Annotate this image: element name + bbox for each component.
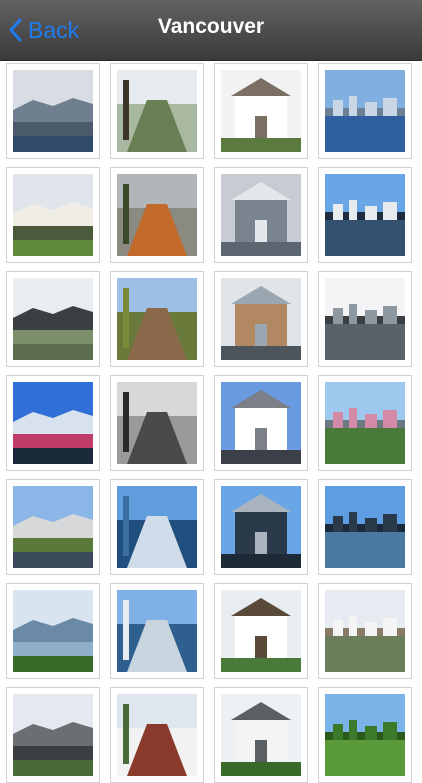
photo-image	[13, 70, 93, 152]
photo-thumbnail-waterfront-park[interactable]	[6, 479, 100, 575]
photo-image	[13, 590, 93, 672]
photo-image	[325, 486, 405, 568]
photo-thumbnail-bare-trees-bw[interactable]	[110, 375, 204, 471]
photo-image	[117, 278, 197, 360]
photo-thumbnail-house-lawn[interactable]	[6, 167, 100, 263]
photo-thumbnail-snowy-shore[interactable]	[214, 167, 308, 263]
photo-thumbnail-burrard-bridge[interactable]	[318, 479, 412, 575]
photo-image	[13, 694, 93, 776]
photo-image	[117, 590, 197, 672]
photo-image	[117, 70, 197, 152]
photo-thumbnail-modern-house[interactable]	[318, 583, 412, 679]
photo-image	[117, 694, 197, 776]
photo-image	[221, 70, 301, 152]
photo-thumbnail-suburban-house[interactable]	[6, 687, 100, 783]
photo-image	[13, 486, 93, 568]
photo-thumbnail-white-house[interactable]	[214, 687, 308, 783]
photo-thumbnail-glass-towers[interactable]	[318, 271, 412, 367]
photo-image	[325, 70, 405, 152]
photo-thumbnail-false-creek[interactable]	[110, 479, 204, 575]
photo-image	[325, 174, 405, 256]
photo-image	[325, 694, 405, 776]
photo-thumbnail-field-buildings[interactable]	[110, 271, 204, 367]
photo-image	[325, 590, 405, 672]
photo-image	[221, 486, 301, 568]
photo-image	[221, 278, 301, 360]
photo-image	[325, 278, 405, 360]
photo-thumbnail-mountain-road[interactable]	[214, 375, 308, 471]
photo-thumbnail-skyline-bay[interactable]	[6, 63, 100, 159]
photo-thumbnail-bc-place[interactable]	[318, 167, 412, 263]
photo-thumbnail-red-house[interactable]	[110, 687, 204, 783]
photo-thumbnail-park-tree[interactable]	[110, 63, 204, 159]
photo-image	[221, 174, 301, 256]
photo-image	[13, 382, 93, 464]
photo-thumbnail-harbour-skyline[interactable]	[318, 63, 412, 159]
photo-image	[117, 174, 197, 256]
photo-image	[221, 382, 301, 464]
photo-image	[13, 174, 93, 256]
photo-thumbnail-towers-street[interactable]	[214, 271, 308, 367]
photo-image	[221, 694, 301, 776]
photo-thumbnail-white-church[interactable]	[214, 63, 308, 159]
photo-image	[325, 382, 405, 464]
photo-thumbnail-green-trees[interactable]	[318, 687, 412, 783]
photo-thumbnail-tower-marina[interactable]	[214, 479, 308, 575]
photo-thumbnail-cherry-blossom[interactable]	[318, 375, 412, 471]
photo-image	[117, 382, 197, 464]
photo-thumbnail-science-world[interactable]	[6, 375, 100, 471]
photo-thumbnail-autumn-path[interactable]	[110, 167, 204, 263]
photo-thumbnail-marina-boats[interactable]	[110, 583, 204, 679]
photo-image	[117, 486, 197, 568]
page-title: Vancouver	[157, 15, 265, 38]
photo-thumbnail-craftsman-house[interactable]	[214, 583, 308, 679]
photo-thumbnail-harbour-green[interactable]	[6, 583, 100, 679]
photo-thumbnail-rail-street[interactable]	[6, 271, 100, 367]
navigation-bar: Back Vancouver	[0, 0, 422, 61]
photo-image	[13, 278, 93, 360]
photo-image	[221, 590, 301, 672]
